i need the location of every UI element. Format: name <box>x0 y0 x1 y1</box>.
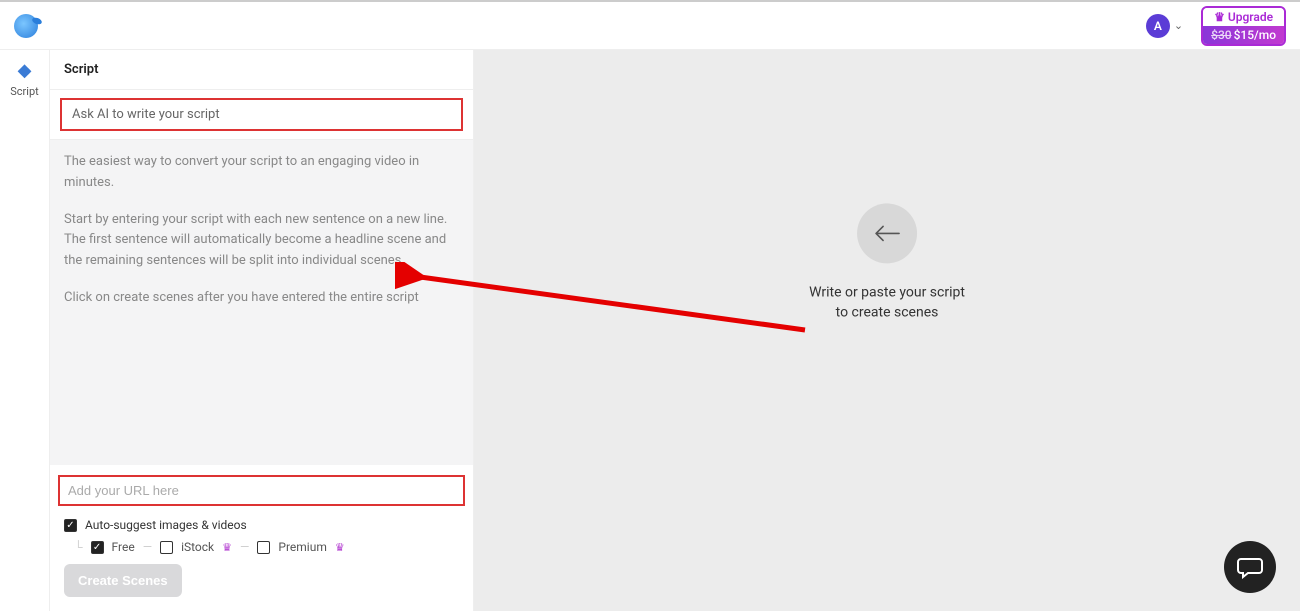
crown-icon: ♛ <box>222 541 232 554</box>
placeholder-line: Start by entering your script with each … <box>64 210 459 272</box>
free-checkbox[interactable]: ✓ <box>91 541 104 554</box>
crown-icon: ♛ <box>335 541 345 554</box>
create-scenes-button[interactable]: Create Scenes <box>64 564 182 597</box>
left-rail: ◆ Script <box>0 50 50 611</box>
premium-checkbox[interactable] <box>257 541 270 554</box>
script-panel: Script Ask AI to write your script The e… <box>50 50 474 611</box>
upgrade-label: Upgrade <box>1228 10 1273 24</box>
rail-item-label: Script <box>0 85 49 98</box>
free-label: Free <box>112 540 135 554</box>
chevron-down-icon[interactable]: ⌄ <box>1174 19 1183 32</box>
auto-suggest-label: Auto-suggest images & videos <box>85 518 247 532</box>
url-input[interactable] <box>58 475 465 506</box>
placeholder-line: Click on create scenes after you have en… <box>64 288 459 309</box>
rail-item-script[interactable]: ◆ Script <box>0 60 49 98</box>
canvas-hint-line: to create scenes <box>809 303 965 323</box>
script-icon: ◆ <box>0 60 49 81</box>
upgrade-old-price: $30 <box>1211 28 1231 42</box>
panel-title: Script <box>50 50 473 90</box>
placeholder-line: The easiest way to convert your script t… <box>64 152 459 194</box>
upgrade-new-price: $15/mo <box>1234 28 1276 42</box>
tree-connector-icon: └ <box>74 540 83 554</box>
app-logo[interactable] <box>14 14 38 38</box>
canvas-hint-line: Write or paste your script <box>809 284 965 304</box>
top-bar: A ⌄ ♛ Upgrade $30$15/mo <box>0 0 1300 50</box>
script-textarea[interactable]: The easiest way to convert your script t… <box>50 140 473 465</box>
premium-label: Premium <box>278 540 326 554</box>
istock-label: iStock <box>181 540 214 554</box>
ask-ai-button[interactable]: Ask AI to write your script <box>60 98 463 131</box>
canvas-area: Write or paste your script to create sce… <box>474 50 1300 611</box>
chat-fab[interactable] <box>1224 541 1276 593</box>
user-avatar[interactable]: A <box>1146 14 1170 38</box>
arrow-left-icon <box>857 204 917 264</box>
crown-icon: ♛ <box>1214 10 1225 24</box>
chat-icon <box>1237 555 1263 579</box>
auto-suggest-checkbox[interactable]: ✓ <box>64 519 77 532</box>
upgrade-button[interactable]: ♛ Upgrade $30$15/mo <box>1201 6 1286 46</box>
istock-checkbox[interactable] <box>160 541 173 554</box>
